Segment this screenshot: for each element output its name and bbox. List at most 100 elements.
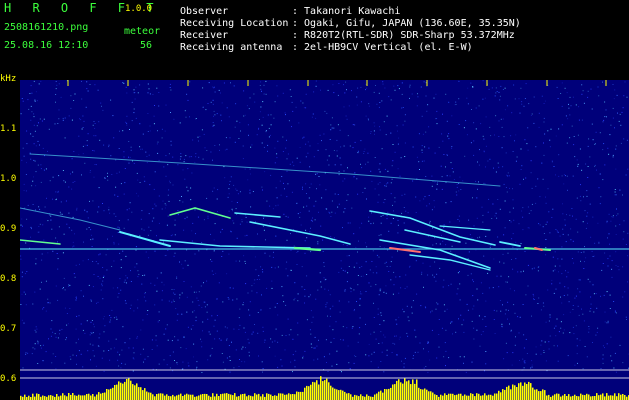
noise-speck bbox=[611, 268, 613, 270]
noise-speck bbox=[27, 99, 29, 101]
noise-speck bbox=[94, 164, 96, 165]
noise-speck bbox=[601, 269, 603, 271]
signal-level-bar bbox=[56, 394, 58, 400]
noise-speck bbox=[488, 211, 489, 213]
noise-speck bbox=[115, 338, 117, 340]
noise-speck bbox=[116, 172, 118, 174]
noise-speck bbox=[244, 260, 246, 262]
noise-speck bbox=[524, 139, 526, 141]
noise-speck bbox=[132, 370, 134, 372]
signal-level-bar bbox=[104, 392, 106, 400]
noise-speck bbox=[86, 88, 88, 90]
noise-speck bbox=[499, 208, 501, 210]
noise-speck bbox=[607, 322, 609, 324]
signal-level-bar bbox=[132, 384, 134, 400]
noise-speck bbox=[201, 346, 203, 348]
info-value-observer: : Takanori Kawachi bbox=[292, 6, 401, 17]
noise-speck bbox=[583, 251, 585, 253]
noise-speck bbox=[552, 270, 554, 272]
noise-speck bbox=[296, 157, 298, 159]
noise-speck bbox=[404, 114, 406, 116]
noise-speck bbox=[29, 152, 31, 154]
noise-speck bbox=[239, 308, 241, 310]
noise-speck bbox=[90, 239, 92, 241]
noise-speck bbox=[470, 273, 472, 275]
noise-speck bbox=[288, 120, 290, 122]
meteor-count: 56 bbox=[140, 40, 153, 51]
noise-speck bbox=[535, 202, 537, 204]
noise-speck bbox=[502, 118, 504, 120]
noise-speck bbox=[126, 115, 128, 117]
signal-level-bar bbox=[480, 395, 482, 400]
noise-speck bbox=[374, 157, 376, 158]
signal-level-bar bbox=[286, 394, 288, 400]
signal-level-bar bbox=[610, 395, 612, 400]
noise-speck bbox=[198, 304, 200, 306]
signal-level-bar bbox=[576, 396, 578, 400]
noise-speck bbox=[244, 235, 246, 237]
noise-speck bbox=[500, 310, 502, 312]
noise-speck bbox=[22, 367, 24, 369]
noise-speck bbox=[61, 328, 63, 330]
signal-level-bar bbox=[406, 381, 408, 400]
signal-level-bar bbox=[24, 394, 26, 400]
noise-speck bbox=[104, 325, 106, 327]
noise-speck bbox=[481, 206, 483, 208]
info-label-antenna: Receiving antenna bbox=[180, 42, 283, 53]
signal-level-bar bbox=[302, 391, 304, 400]
noise-speck bbox=[59, 211, 61, 213]
noise-speck bbox=[226, 273, 228, 275]
noise-speck bbox=[623, 95, 625, 97]
noise-speck bbox=[580, 184, 581, 186]
noise-speck bbox=[64, 307, 66, 309]
noise-speck bbox=[385, 183, 387, 185]
noise-speck bbox=[264, 341, 266, 343]
noise-speck bbox=[163, 333, 165, 335]
noise-speck bbox=[167, 215, 169, 217]
noise-speck bbox=[543, 142, 544, 144]
noise-speck bbox=[315, 85, 317, 87]
noise-speck bbox=[259, 278, 261, 280]
noise-speck bbox=[265, 130, 267, 132]
noise-speck bbox=[186, 216, 188, 218]
noise-speck bbox=[466, 303, 468, 305]
noise-speck bbox=[258, 275, 260, 277]
noise-speck bbox=[370, 361, 372, 363]
noise-speck bbox=[147, 131, 149, 132]
noise-speck bbox=[357, 284, 359, 286]
noise-speck bbox=[368, 216, 370, 218]
noise-speck bbox=[132, 347, 134, 349]
noise-speck bbox=[533, 96, 535, 98]
noise-speck bbox=[562, 203, 563, 205]
noise-speck bbox=[513, 84, 515, 86]
noise-speck bbox=[220, 339, 222, 341]
noise-speck bbox=[478, 164, 480, 166]
noise-speck bbox=[294, 359, 296, 361]
noise-speck bbox=[560, 321, 562, 323]
noise-speck bbox=[62, 119, 64, 121]
noise-speck bbox=[49, 302, 51, 304]
signal-level-bar bbox=[476, 393, 478, 400]
noise-speck bbox=[37, 140, 39, 142]
noise-speck bbox=[211, 347, 213, 349]
noise-speck bbox=[612, 156, 614, 158]
noise-speck bbox=[499, 95, 501, 97]
noise-speck bbox=[113, 241, 115, 243]
noise-speck bbox=[400, 287, 402, 289]
noise-speck bbox=[342, 269, 344, 271]
noise-speck bbox=[310, 251, 312, 253]
noise-speck bbox=[590, 308, 592, 309]
noise-speck bbox=[297, 334, 299, 336]
noise-speck bbox=[25, 353, 27, 355]
noise-speck bbox=[482, 214, 484, 216]
noise-speck bbox=[582, 90, 584, 92]
noise-speck bbox=[348, 105, 350, 107]
noise-speck bbox=[311, 116, 313, 118]
noise-speck bbox=[379, 129, 381, 131]
noise-speck bbox=[92, 261, 94, 262]
noise-speck bbox=[538, 112, 540, 114]
noise-speck bbox=[531, 187, 533, 189]
info-label-location: Receiving Location bbox=[180, 18, 289, 29]
noise-speck bbox=[479, 236, 481, 238]
noise-speck bbox=[196, 368, 197, 370]
